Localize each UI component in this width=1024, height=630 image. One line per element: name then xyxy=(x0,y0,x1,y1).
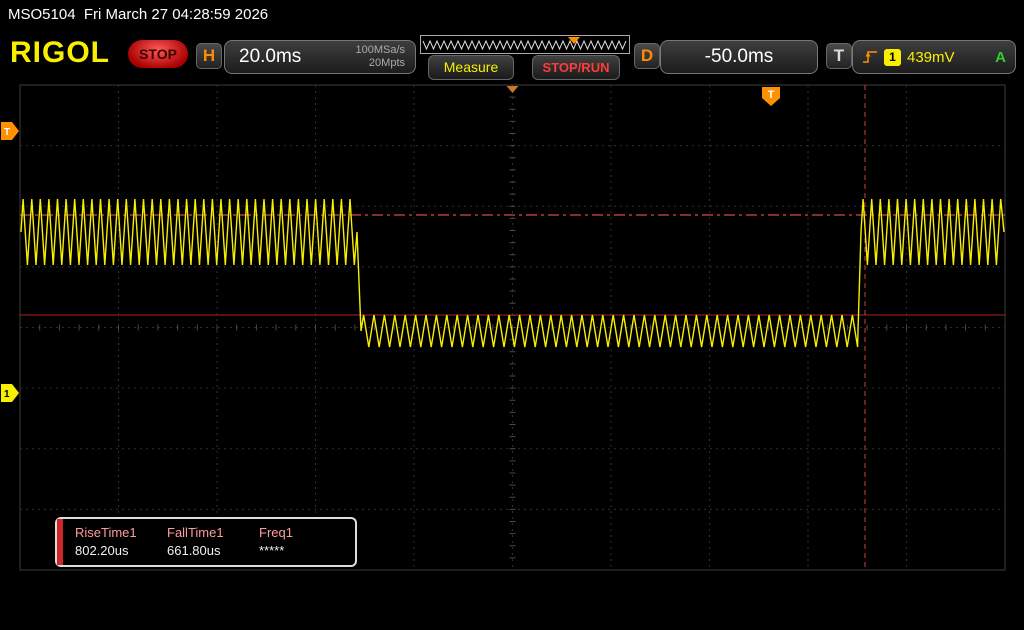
measurement-panel[interactable]: RiseTime1 802.20us FallTime1 661.80us Fr… xyxy=(55,517,357,567)
measurement-item: RiseTime1 802.20us xyxy=(63,519,155,565)
channel-status-bar: 1 100mV -112mV 2 100mV 0.00V 3 100mV 0.0… xyxy=(0,574,1024,630)
scope-display[interactable]: T T 1 xyxy=(0,82,1024,574)
oscilloscope-screen: MSO5104 Fri March 27 04:28:59 2026 RIGOL… xyxy=(0,0,1024,630)
svg-text:T: T xyxy=(768,89,775,101)
delay-box[interactable]: -50.0ms xyxy=(660,40,818,74)
measurement-value: 661.80us xyxy=(167,543,247,558)
memory-depth: 20Mpts xyxy=(369,57,405,69)
timebase-box[interactable]: 20.0ms 100MSa/s 20Mpts xyxy=(224,40,416,74)
measurement-item: Freq1 ***** xyxy=(247,519,339,565)
rigol-logo: RIGOL xyxy=(10,36,110,70)
measurement-name: Freq1 xyxy=(259,525,339,540)
trigger-menu-button[interactable]: T xyxy=(826,43,852,69)
svg-text:T: T xyxy=(4,127,10,138)
stop-run-button[interactable]: STOP/RUN xyxy=(532,55,620,80)
measurement-item: FallTime1 661.80us xyxy=(155,519,247,565)
timebase-value: 20.0ms xyxy=(239,46,355,68)
trigger-edge-icon xyxy=(862,49,878,65)
svg-text:1: 1 xyxy=(4,389,10,400)
run-state-badge[interactable]: STOP xyxy=(128,40,188,68)
waveform-overview-strip[interactable] xyxy=(420,35,630,54)
acquisition-info: 100MSa/s 20Mpts xyxy=(355,44,405,70)
delay-value: -50.0ms xyxy=(705,46,774,68)
trigger-sweep-mode: A xyxy=(995,49,1006,66)
measurement-value: 802.20us xyxy=(75,543,155,558)
overview-waveform xyxy=(421,36,629,53)
sample-rate: 100MSa/s xyxy=(355,44,405,56)
measurement-name: RiseTime1 xyxy=(75,525,155,540)
trigger-box[interactable]: 1 439mV A xyxy=(852,40,1016,74)
trigger-level-value: 439mV xyxy=(907,49,955,66)
horizontal-menu-button[interactable]: H xyxy=(196,43,222,69)
trigger-source-badge: 1 xyxy=(884,49,901,66)
model-and-datetime: MSO5104 Fri March 27 04:28:59 2026 xyxy=(0,0,1024,30)
measurement-name: FallTime1 xyxy=(167,525,247,540)
measure-button[interactable]: Measure xyxy=(428,55,514,80)
delay-menu-button[interactable]: D xyxy=(634,43,660,69)
measurement-value: ***** xyxy=(259,543,339,558)
